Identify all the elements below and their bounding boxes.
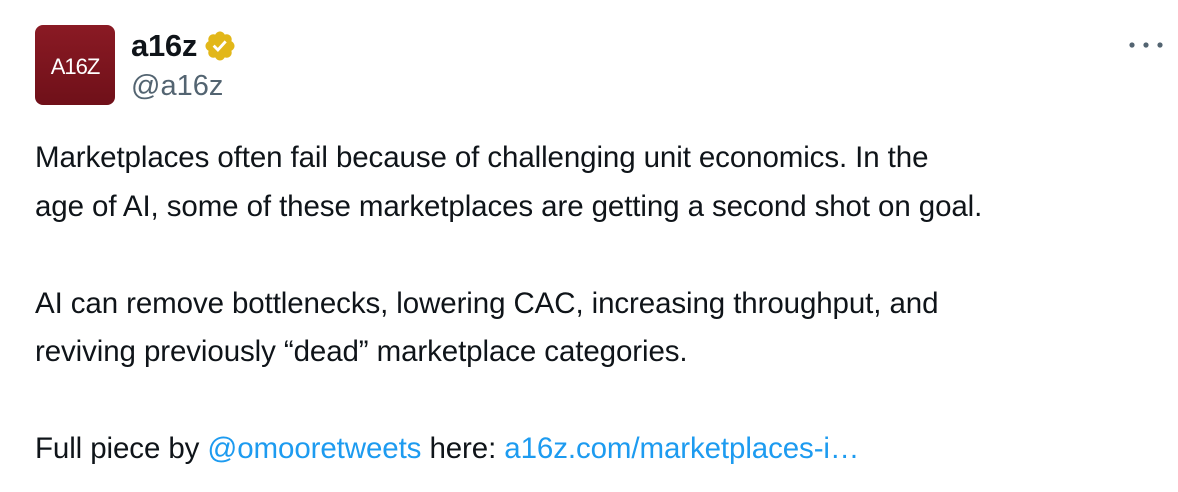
mention-link[interactable]: @omooretweets xyxy=(207,432,421,465)
text-middle: here: xyxy=(421,432,505,465)
tweet-line: reviving previously “dead” marketplace c… xyxy=(35,335,688,368)
article-link[interactable]: a16z.com/marketplaces-i… xyxy=(504,432,859,465)
tweet-line-links: Full piece by @omooretweets here: a16z.c… xyxy=(35,425,1160,474)
tweet-line: age of AI, some of these marketplaces ar… xyxy=(35,189,983,223)
handle[interactable]: @a16z xyxy=(131,70,223,103)
text-prefix: Full piece by xyxy=(35,432,208,465)
tweet-text: Marketplaces often fail because of chall… xyxy=(35,134,1160,474)
a16z-logo: A16Z xyxy=(51,54,101,79)
more-options-button[interactable] xyxy=(1124,30,1168,60)
more-horizontal-icon xyxy=(1129,42,1163,48)
avatar[interactable]: A16Z xyxy=(35,25,115,105)
author-name-row: a16z xyxy=(131,26,237,66)
verified-badge-icon xyxy=(205,31,235,61)
tweet-line: AI can remove bottlenecks, lowering CAC,… xyxy=(35,286,939,320)
svg-text:A16Z: A16Z xyxy=(51,54,100,79)
display-name[interactable]: a16z xyxy=(131,28,197,64)
tweet-card: A16Z a16z @a16z Marketplaces often fail … xyxy=(0,0,1178,492)
tweet-line: Marketplaces often fail because of chall… xyxy=(35,141,929,174)
